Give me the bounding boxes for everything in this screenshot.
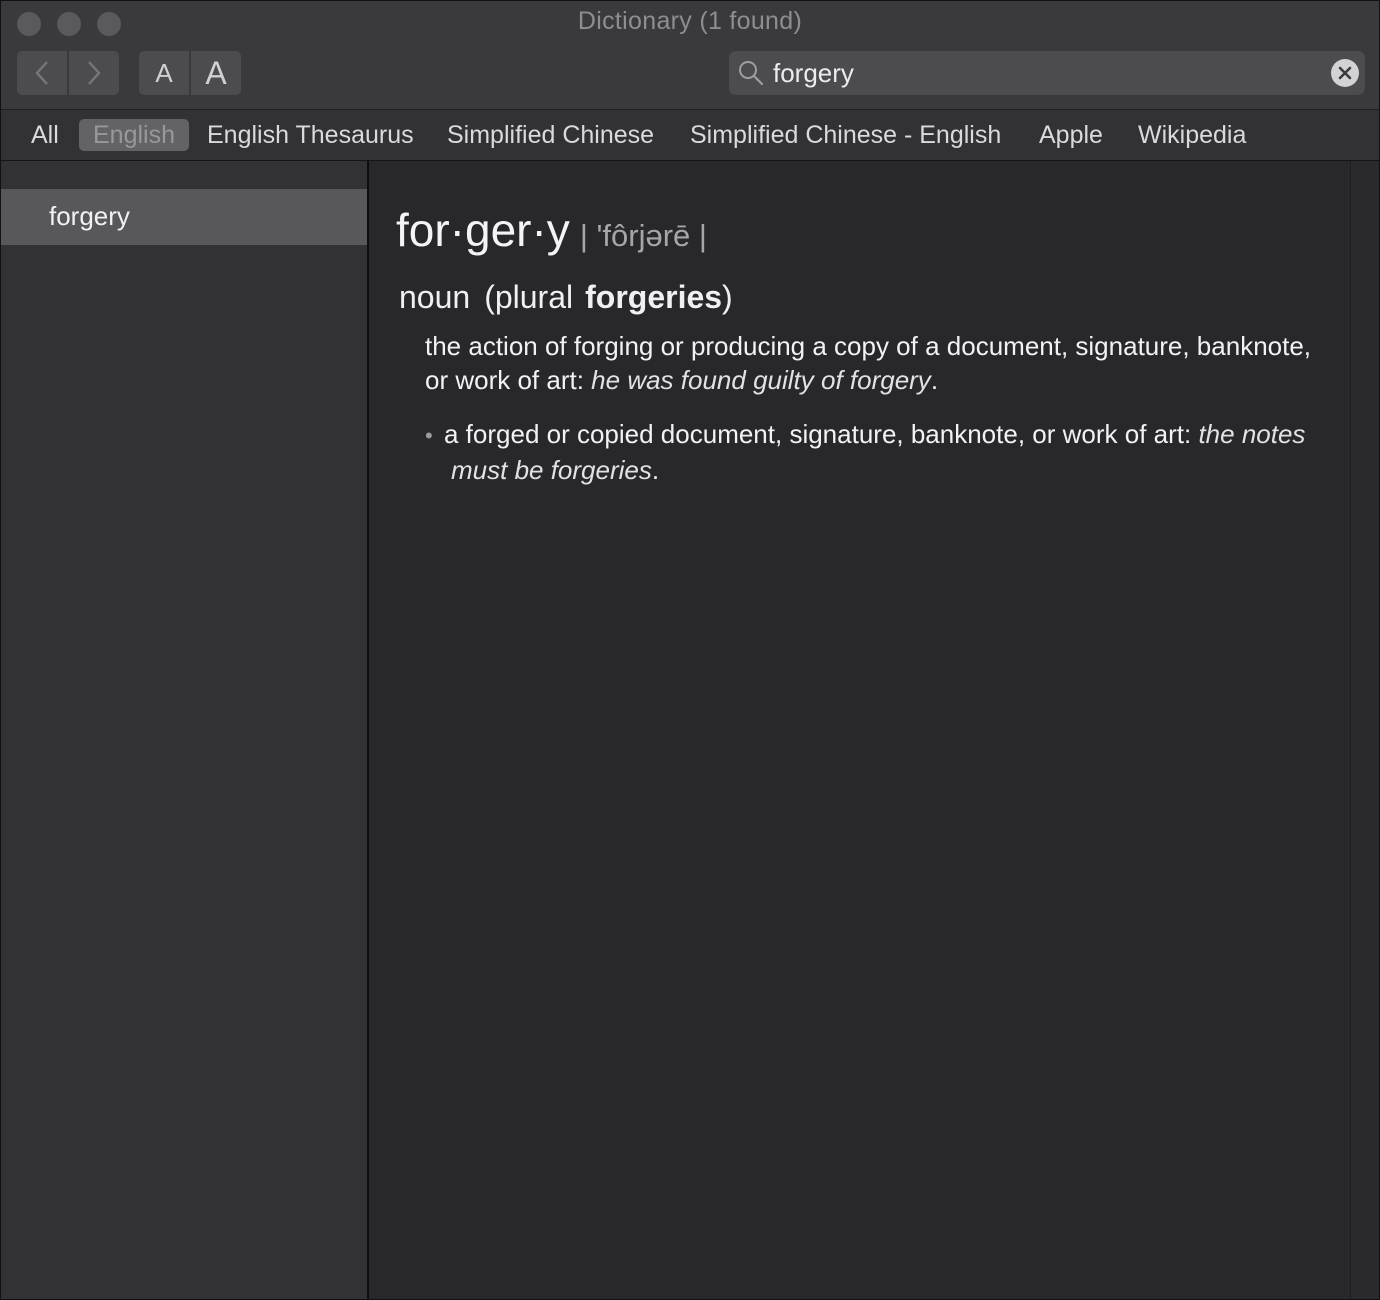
decrease-font-button[interactable]: A (139, 51, 189, 95)
sidebar-item-label: forgery (49, 201, 130, 231)
content-scrollbar[interactable] (1350, 161, 1379, 1299)
clear-circle-icon (1338, 66, 1352, 80)
sense-1: the action of forging or producing a cop… (425, 329, 1325, 397)
sense-2: • a forged or copied document, signature,… (425, 417, 1325, 487)
sense-2-end: . (651, 455, 660, 485)
tab-apple[interactable]: Apple (1039, 119, 1103, 151)
chevron-right-icon (88, 61, 101, 85)
navigation-control (17, 51, 119, 95)
search-field[interactable] (729, 51, 1365, 95)
clear-search-button[interactable] (1331, 59, 1359, 87)
tab-simplified-chinese[interactable]: Simplified Chinese (447, 119, 654, 151)
tab-english[interactable]: English (79, 119, 189, 151)
definition-pane: for·ger·y | 'fôrjərē | noun (plural forgeri… (369, 161, 1379, 1299)
chevron-left-icon (35, 61, 48, 85)
part-of-speech-line: noun (plural forgeries) (399, 279, 733, 316)
increase-font-button[interactable]: A (189, 51, 241, 95)
plural-form: forgeries (585, 279, 723, 315)
pronunciation: | 'fôrjərē | (579, 218, 707, 253)
part-of-speech: noun (399, 279, 471, 315)
scope-bar: All English English Thesaurus Simplified… (1, 110, 1379, 161)
tab-simplified-chinese-english[interactable]: Simplified Chinese - English (690, 119, 1001, 151)
sense-2-definition: a forged or copied document, signature, … (444, 419, 1192, 449)
sense-1-end: . (930, 365, 939, 395)
tab-wikipedia[interactable]: Wikipedia (1138, 119, 1246, 151)
window-title: Dictionary (1 found) (577, 7, 803, 35)
toolbar: Dictionary (1 found) A A (1, 1, 1379, 110)
plural-label: (plural (484, 279, 574, 315)
sense-bullet: • (425, 423, 433, 448)
plural-close: ) (722, 279, 733, 315)
headword-line: for·ger·y | 'fôrjərē | (396, 203, 707, 257)
dictionary-window: Dictionary (1 found) A A forgery All Eng… (0, 0, 1380, 1300)
sidebar-item-forgery[interactable]: forgery (1, 189, 367, 245)
tab-english-thesaurus[interactable]: English Thesaurus (207, 119, 414, 151)
sense-1-example: he was found guilty of forgery (591, 365, 931, 395)
tab-all[interactable]: All (31, 119, 59, 151)
search-input[interactable] (773, 57, 1313, 89)
headword: for·ger·y (396, 204, 570, 256)
magnifier-icon (739, 61, 764, 86)
font-size-control: A A (139, 51, 241, 95)
results-sidebar: forgery (1, 161, 369, 1299)
back-button[interactable] (17, 51, 67, 95)
forward-button[interactable] (67, 51, 119, 95)
